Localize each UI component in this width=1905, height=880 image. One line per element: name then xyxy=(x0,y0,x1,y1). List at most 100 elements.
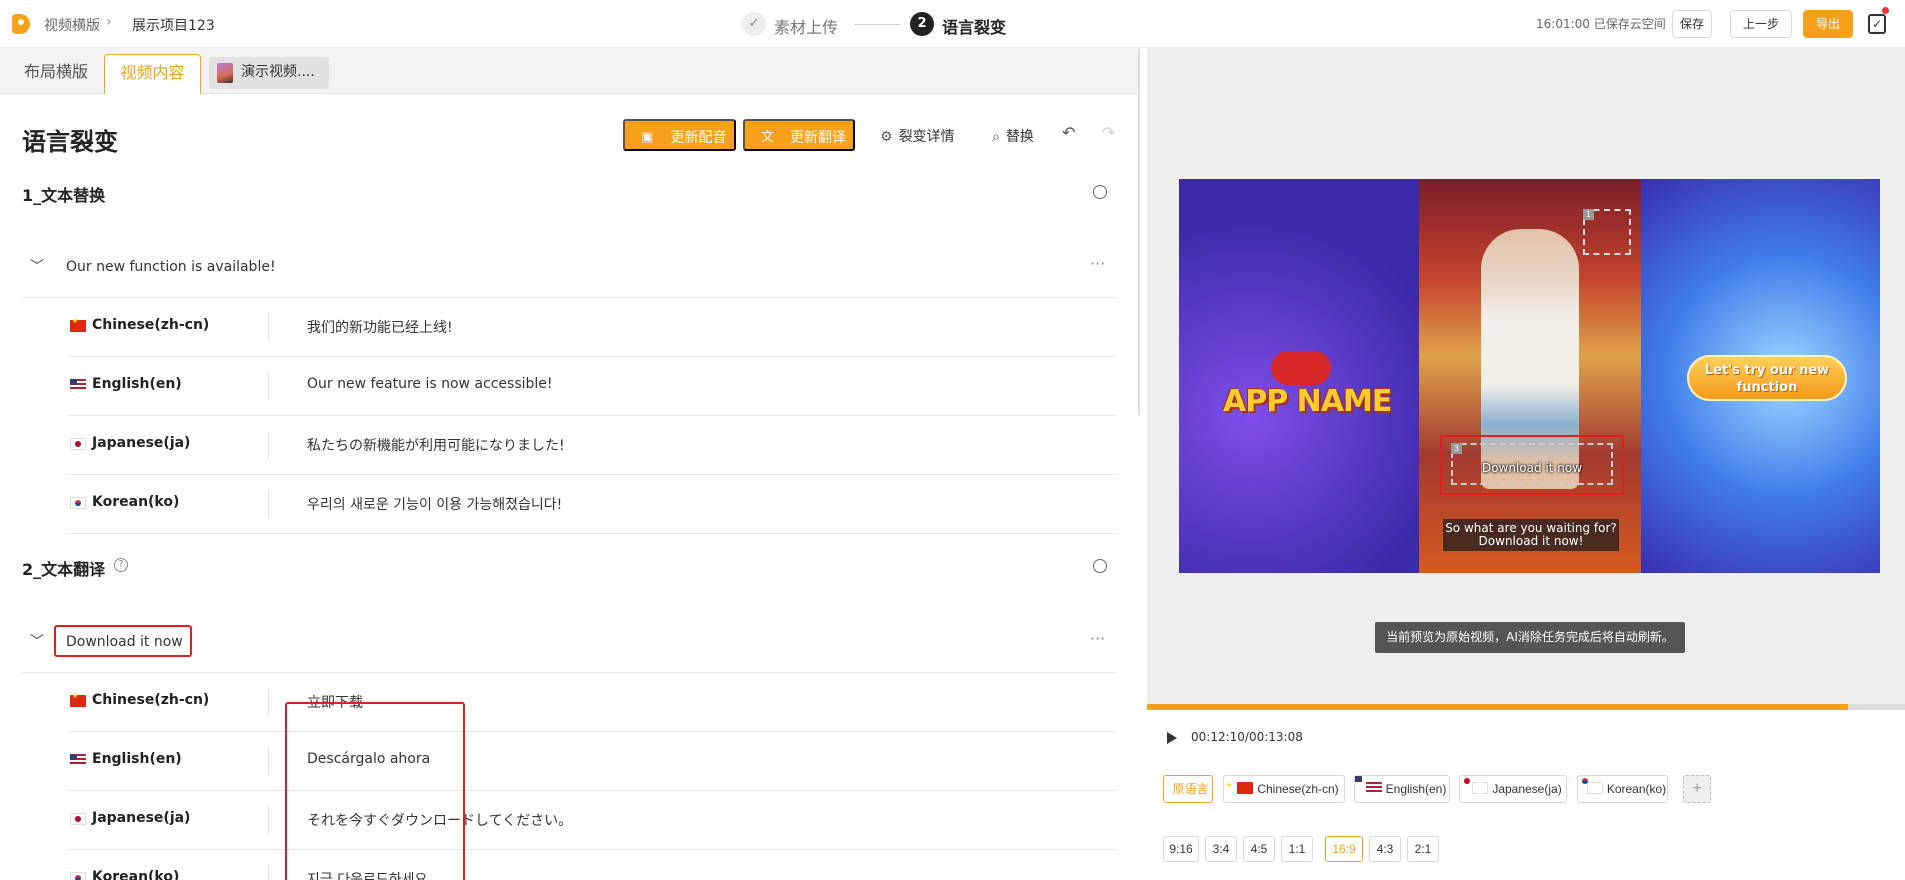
divider xyxy=(268,688,269,716)
tab-bar: 布局横版 视频内容 演示视频.... xyxy=(0,48,1140,94)
top-bar: 视频横版 › 展示项目123 ✓ 素材上传 2 语言裂变 16:01:00 已保… xyxy=(0,0,1905,48)
editor-panel: 布局横版 视频内容 演示视频.... 语言裂变 ▣ 更新配音 文 更新翻译 ⚙ 裂… xyxy=(0,48,1140,880)
group-title-text-translate: 2_文本翻译 xyxy=(22,560,106,579)
divider xyxy=(268,431,269,459)
gear-icon: ⚙ xyxy=(880,129,893,145)
language-chip-label: Chinese(zh-cn) xyxy=(1257,782,1339,796)
ratio-3-4-button[interactable]: 3:4 xyxy=(1205,836,1237,862)
tab-layout[interactable]: 布局横版 xyxy=(14,54,98,94)
item-header: ﹀ Our new function is available! ··· xyxy=(22,242,1116,298)
step-upload-label[interactable]: 素材上传 xyxy=(774,14,838,38)
language-chip-label: Korean(ko) xyxy=(1606,782,1667,796)
flag-us-icon xyxy=(1365,782,1382,794)
language-label: Chinese(zh-cn) xyxy=(92,692,210,708)
cta-banner: Let's try our new function xyxy=(1687,355,1847,401)
translation-text[interactable]: 우리의 새로운 기능이 이용 가능해졌습니다! xyxy=(307,494,562,514)
fission-details-button[interactable]: ⚙ 裂变详情 xyxy=(880,126,955,146)
tab-video-content[interactable]: 视频内容 xyxy=(104,54,201,94)
player-controls: 00:12:10/00:13:08 原语言 Chinese(zh-cn) Eng… xyxy=(1147,710,1905,880)
boxing-gloves-image xyxy=(1271,351,1331,385)
translation-text[interactable]: 我们的新功能已经上线! xyxy=(307,317,453,337)
chevron-down-icon[interactable]: ﹀ xyxy=(30,256,44,276)
flag-kr-icon xyxy=(70,872,86,880)
preview-subtitle: So what are you waiting for? Download it… xyxy=(1443,519,1619,551)
ratio-1-1-button[interactable]: 1:1 xyxy=(1281,836,1313,862)
tab-demo-video[interactable]: 演示视频.... xyxy=(209,57,329,89)
divider xyxy=(268,806,269,834)
ratio-4-5-button[interactable]: 4:5 xyxy=(1243,836,1275,862)
step-connector xyxy=(854,24,900,25)
flag-jp-icon xyxy=(70,813,86,825)
preview-download-text: Download it now xyxy=(1481,461,1583,475)
ratio-16-9-button[interactable]: 16:9 xyxy=(1325,836,1363,862)
flag-cn-icon xyxy=(70,692,86,707)
language-chip-en[interactable]: English(en) xyxy=(1354,775,1450,803)
scan-icon: ▣ xyxy=(641,129,654,144)
translation-row: English(en) Descárgalo ahora xyxy=(68,732,1116,791)
save-button[interactable]: 保存 xyxy=(1672,10,1712,38)
ratio-2-1-button[interactable]: 2:1 xyxy=(1407,836,1439,862)
check-icon: ✓ xyxy=(742,12,766,36)
chevron-down-icon[interactable]: ﹀ xyxy=(30,631,44,651)
flag-kr-icon xyxy=(1586,782,1603,794)
flag-us-icon xyxy=(70,379,86,391)
language-label: Japanese(ja) xyxy=(92,810,191,826)
app-logo-icon[interactable] xyxy=(12,14,30,34)
app-name-logo: APP NAME xyxy=(1223,384,1392,419)
language-chip-ko[interactable]: Korean(ko) xyxy=(1577,775,1668,803)
tab-demo-label: 演示视频.... xyxy=(241,64,315,80)
ratio-4-3-button[interactable]: 4:3 xyxy=(1369,836,1401,862)
language-label: English(en) xyxy=(92,751,182,767)
scrollbar[interactable] xyxy=(1138,48,1140,416)
status-toast: 当前预览为原始视频，AI消除任务完成后将自动刷新。 xyxy=(1375,622,1685,653)
more-icon[interactable]: ··· xyxy=(1090,629,1105,648)
language-chip-label: Japanese(ja) xyxy=(1492,782,1562,796)
translation-row: Chinese(zh-cn) 我们的新功能已经上线! xyxy=(68,298,1116,357)
add-language-button[interactable]: + xyxy=(1683,775,1711,803)
original-language-chip[interactable]: 原语言 xyxy=(1163,775,1213,803)
video-preview[interactable]: APP NAME Let's try our new function 1 3 … xyxy=(1179,179,1880,573)
language-chip-ja[interactable]: Japanese(ja) xyxy=(1459,775,1567,803)
group-title-text-replace: 1_文本替换 xyxy=(22,186,106,205)
translation-row: Korean(ko) 우리의 새로운 기능이 이용 가능해졌습니다! xyxy=(68,475,1116,534)
replace-button[interactable]: ⌕ 替换 xyxy=(992,126,1034,146)
undo-icon[interactable]: ↶ xyxy=(1062,123,1075,142)
help-icon[interactable]: ? xyxy=(114,558,128,572)
translation-text[interactable]: Our new feature is now accessible! xyxy=(307,376,553,392)
language-chip-zh[interactable]: Chinese(zh-cn) xyxy=(1223,775,1345,803)
play-icon[interactable] xyxy=(1167,732,1177,744)
language-label: Korean(ko) xyxy=(92,869,180,880)
flag-jp-icon xyxy=(70,438,86,450)
more-icon[interactable]: ··· xyxy=(1090,254,1105,273)
item-source-text[interactable]: Our new function is available! xyxy=(66,259,276,275)
redo-icon[interactable]: ↷ xyxy=(1102,123,1115,142)
update-translate-label: 更新翻译 xyxy=(790,129,846,145)
flag-cn-icon xyxy=(70,317,86,332)
breadcrumb-project: 展示项目123 xyxy=(132,18,215,34)
step-number-badge: 2 xyxy=(910,12,934,36)
export-button[interactable]: 导出 xyxy=(1803,10,1853,38)
step-fission-label: 语言裂变 xyxy=(942,18,1007,37)
update-translate-button[interactable]: 文 更新翻译 xyxy=(743,119,855,151)
divider xyxy=(268,865,269,880)
translation-row: Chinese(zh-cn) 立即下载 xyxy=(68,673,1116,732)
ratio-9-16-button[interactable]: 9:16 xyxy=(1163,836,1199,862)
breadcrumb-root[interactable]: 视频横版 xyxy=(44,15,100,35)
palette-icon[interactable] xyxy=(1093,559,1107,573)
fission-details-label: 裂变详情 xyxy=(898,129,955,145)
flag-us-icon xyxy=(70,754,86,766)
translate-icon: 文 xyxy=(761,129,775,144)
previous-step-button[interactable]: 上一步 xyxy=(1730,10,1792,38)
translation-row: English(en) Our new feature is now acces… xyxy=(68,357,1116,416)
save-status: 16:01:00 已保存云空间 xyxy=(1536,17,1666,31)
update-dub-button[interactable]: ▣ 更新配音 xyxy=(623,119,736,151)
divider xyxy=(268,490,269,518)
region-number: 1 xyxy=(1583,209,1594,220)
task-check-icon[interactable]: ✓ xyxy=(1868,14,1886,34)
divider xyxy=(268,372,269,400)
preview-panel: APP NAME Let's try our new function 1 3 … xyxy=(1147,48,1905,880)
translation-row: Japanese(ja) 私たちの新機能が利用可能になりました! xyxy=(68,416,1116,475)
translation-text[interactable]: 私たちの新機能が利用可能になりました! xyxy=(307,435,565,455)
language-chip-label: English(en) xyxy=(1385,782,1447,796)
palette-icon[interactable] xyxy=(1093,185,1107,199)
